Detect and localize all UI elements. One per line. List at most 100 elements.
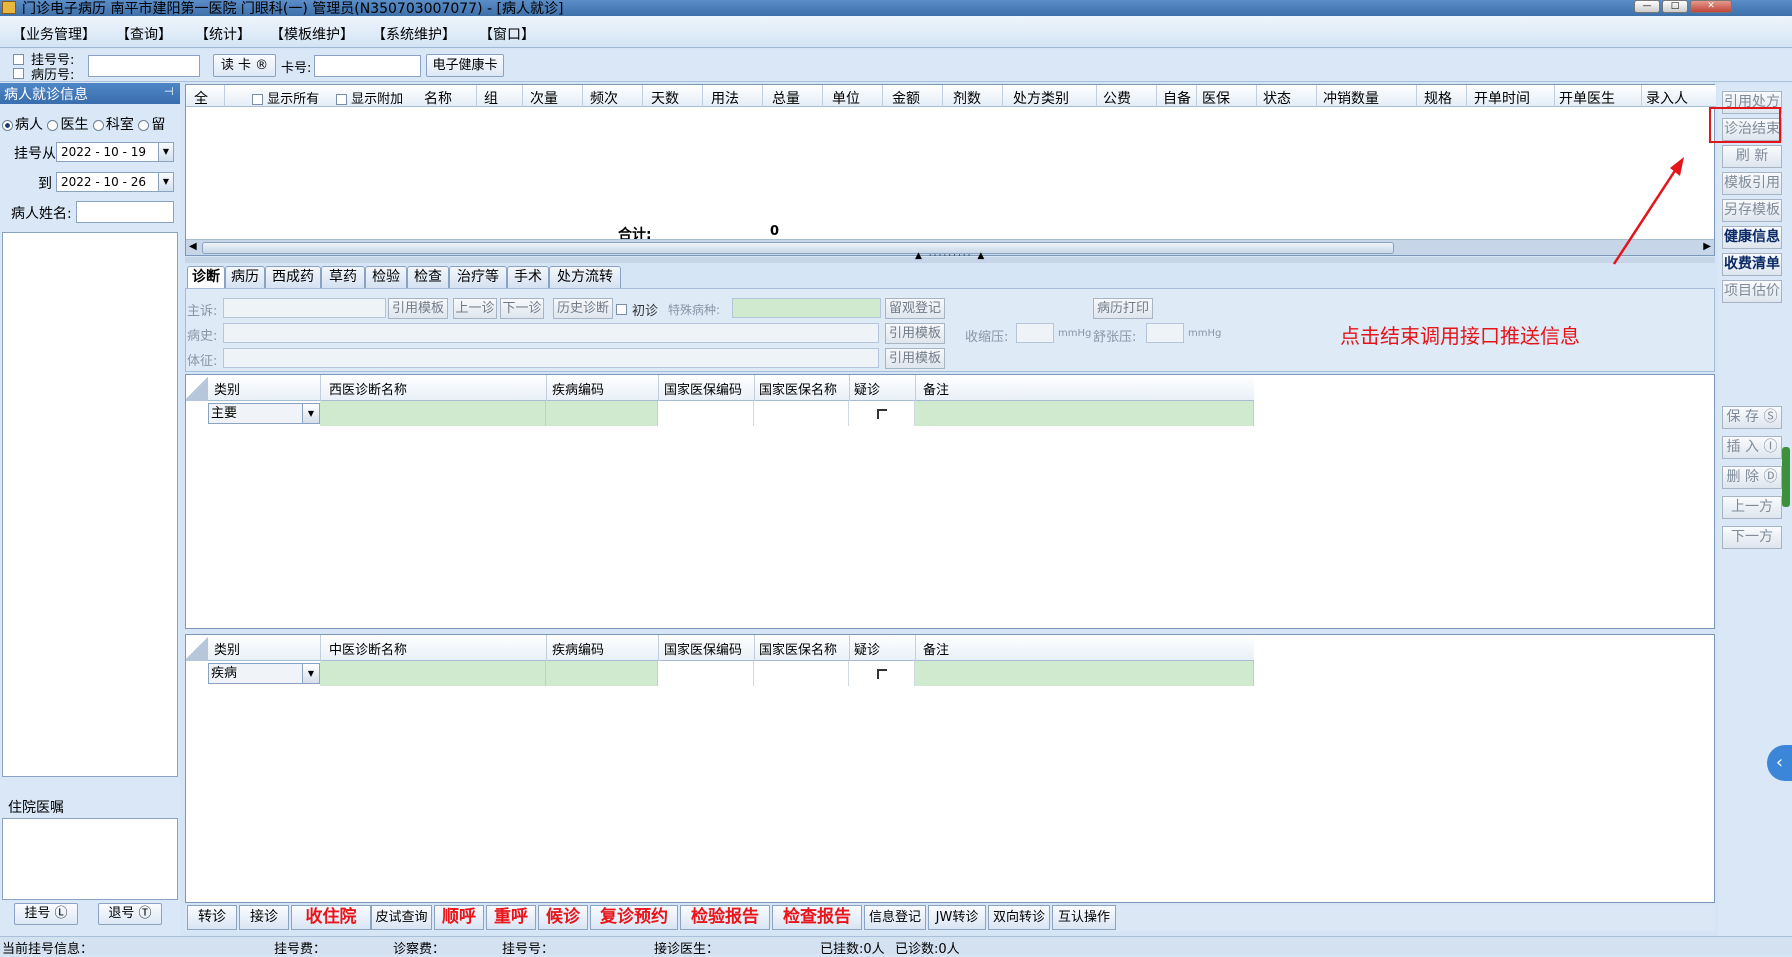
save-template-button[interactable]: 另存模板 [1722, 199, 1782, 222]
splitter-grip-icon[interactable]: ▲ ········· ▲ [915, 251, 986, 261]
disease-code-cell[interactable] [546, 401, 658, 426]
mutual-recognition-button[interactable]: 互认操作 [1052, 905, 1116, 930]
checkbox-icon[interactable] [877, 409, 887, 419]
complaint-input[interactable] [223, 298, 386, 318]
refer-button[interactable]: 转诊 [187, 905, 237, 930]
suspected-cell[interactable] [849, 401, 915, 426]
tab-surgery[interactable]: 手术 [507, 266, 549, 288]
remark-cell[interactable] [915, 401, 1254, 426]
admit-button[interactable]: 收住院 [291, 905, 371, 930]
tab-diagnosis[interactable]: 诊断 [187, 266, 225, 288]
disease-code-cell[interactable] [546, 661, 658, 686]
splitter[interactable]: ▲ ········· ▲ [185, 251, 1715, 263]
tab-lab[interactable]: 检验 [365, 266, 407, 288]
tcm-diag-name-cell[interactable] [320, 661, 546, 686]
tab-rx-transfer[interactable]: 处方流转 [549, 266, 621, 288]
radio-department[interactable]: 科室 [92, 117, 134, 132]
menu-stats[interactable]: 【统计】 [195, 24, 251, 44]
col-spec[interactable]: 规格 [1424, 88, 1452, 108]
read-card-button[interactable]: 读 卡 ® [213, 54, 276, 77]
menu-business[interactable]: 【业务管理】 [12, 24, 96, 44]
radio-stay[interactable]: 留 [138, 117, 165, 132]
patient-name-input[interactable] [76, 201, 174, 223]
lab-report-button[interactable]: 检验报告 [680, 905, 770, 930]
observe-register-button[interactable]: 留观登记 [885, 298, 945, 319]
ref-template-button-3[interactable]: 引用模板 [885, 348, 945, 369]
col-insurance-name[interactable]: 国家医保名称 [759, 639, 837, 658]
col-suspected[interactable]: 疑诊 [854, 379, 880, 398]
insurance-name-cell[interactable] [754, 661, 849, 686]
reg-to-date[interactable]: 2022 - 10 - 26 ▼ [56, 172, 174, 192]
minimize-button[interactable]: — [1634, 0, 1660, 13]
tab-record[interactable]: 病历 [225, 266, 265, 288]
tab-treatment[interactable]: 治疗等 [449, 266, 507, 288]
chevron-down-icon[interactable]: ▼ [302, 404, 319, 423]
call-next-button[interactable]: 顺呼 [434, 905, 484, 930]
maximize-button[interactable]: □ [1662, 0, 1688, 13]
show-extra-checkbox[interactable]: 显示附加 [336, 88, 403, 107]
remark-cell[interactable] [915, 661, 1254, 686]
tab-exam[interactable]: 检查 [407, 266, 449, 288]
col-name[interactable]: 名称 [424, 88, 452, 108]
exam-report-button[interactable]: 检查报告 [772, 905, 862, 930]
col-frequency[interactable]: 频次 [590, 88, 618, 108]
scroll-indicator[interactable] [1782, 447, 1790, 507]
health-card-button[interactable]: 电子健康卡 [426, 54, 504, 77]
col-category[interactable]: 类别 [214, 639, 240, 658]
col-all[interactable]: 全 [194, 88, 208, 108]
insurance-code-cell[interactable] [658, 661, 754, 686]
scroll-thumb[interactable] [202, 242, 1394, 254]
col-amount[interactable]: 金额 [892, 88, 920, 108]
save-button[interactable]: 保 存 Ⓢ [1722, 406, 1782, 429]
prev-visit-button[interactable]: 上一诊 [453, 298, 497, 319]
checkbox-icon[interactable] [877, 669, 887, 679]
next-prescription-button[interactable]: 下一方 [1722, 526, 1782, 549]
close-button[interactable]: ✕ [1690, 0, 1732, 13]
refresh-button[interactable]: 刷 新 [1722, 145, 1782, 168]
ref-template-button[interactable]: 引用模板 [388, 298, 448, 319]
register-button[interactable]: 挂号 Ⓛ [14, 903, 78, 925]
diastolic-input[interactable] [1146, 323, 1184, 343]
systolic-input[interactable] [1016, 323, 1054, 343]
western-diag-name-cell[interactable] [320, 401, 546, 426]
col-insurance-code[interactable]: 国家医保编码 [664, 379, 742, 398]
skin-test-button[interactable]: 皮试查询 [371, 905, 432, 930]
reg-no-input[interactable] [88, 55, 200, 77]
menu-templates[interactable]: 【模板维护】 [270, 24, 354, 44]
accept-button[interactable]: 接诊 [239, 905, 289, 930]
ref-template-button-2[interactable]: 引用模板 [885, 323, 945, 344]
prescription-grid[interactable]: 全 显示所有 显示附加 名称 组 次量 频次 天数 用法 总量 单位 金额 剂数… [185, 84, 1716, 256]
col-days[interactable]: 天数 [651, 88, 679, 108]
col-disease-code[interactable]: 疾病编码 [552, 639, 604, 658]
tab-western-medicine[interactable]: 西成药 [265, 266, 321, 288]
show-all-checkbox[interactable]: 显示所有 [252, 88, 319, 107]
col-order-time[interactable]: 开单时间 [1474, 88, 1530, 108]
col-insurance-code[interactable]: 国家医保编码 [664, 639, 742, 658]
col-remark[interactable]: 备注 [923, 639, 949, 658]
waiting-button[interactable]: 候诊 [538, 905, 588, 930]
table-row[interactable]: 疾病 ▼ [186, 661, 1254, 686]
chevron-down-icon[interactable]: ▼ [158, 143, 173, 161]
inpatient-orders-list[interactable] [2, 818, 178, 900]
reg-no-checkbox[interactable] [13, 54, 24, 65]
menu-window[interactable]: 【窗口】 [479, 24, 535, 44]
info-register-button[interactable]: 信息登记 [864, 905, 926, 930]
menu-system[interactable]: 【系统维护】 [372, 24, 456, 44]
col-dose[interactable]: 次量 [530, 88, 558, 108]
col-total[interactable]: 总量 [772, 88, 800, 108]
prev-prescription-button[interactable]: 上一方 [1722, 496, 1782, 519]
suspected-cell[interactable] [849, 661, 915, 686]
health-info-button[interactable]: 健康信息 [1722, 226, 1782, 249]
col-entry-user[interactable]: 录入人 [1646, 88, 1688, 108]
scroll-left-icon[interactable]: ◀ [189, 241, 197, 252]
jw-refer-button[interactable]: JW转诊 [928, 905, 986, 930]
col-insurance[interactable]: 医保 [1202, 88, 1230, 108]
col-remark[interactable]: 备注 [923, 379, 949, 398]
col-suspected[interactable]: 疑诊 [854, 639, 880, 658]
print-record-button[interactable]: 病历打印 [1093, 298, 1153, 319]
radio-patient[interactable]: 病人 [2, 117, 43, 132]
col-self[interactable]: 自备 [1163, 88, 1191, 108]
chevron-down-icon[interactable]: ▼ [158, 173, 173, 191]
first-visit-checkbox[interactable] [616, 302, 627, 317]
col-public[interactable]: 公费 [1103, 88, 1131, 108]
